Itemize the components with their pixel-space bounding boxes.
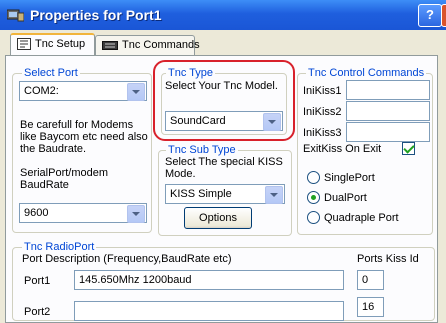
dualport-radio[interactable] — [307, 191, 320, 204]
chevron-down-icon[interactable] — [127, 83, 145, 101]
chevron-down-icon[interactable] — [127, 205, 145, 223]
tab-tnc-setup[interactable]: Tnc Setup — [10, 33, 95, 55]
quadraple-port-label: Quadraple Port — [324, 212, 399, 224]
radioport-legend: Tnc RadioPort — [22, 241, 97, 253]
port-select-value: COM2: — [24, 85, 59, 97]
port-warning-text: Be carefull for Modems like Baycom etc n… — [20, 119, 148, 155]
title-bar[interactable]: Properties for Port1 ? — [0, 0, 446, 30]
port2-description-input[interactable] — [74, 301, 344, 321]
chevron-down-icon[interactable] — [263, 113, 281, 131]
inikiss1-label: IniKiss1 — [303, 85, 342, 97]
window-title: Properties for Port1 — [30, 7, 162, 23]
inikiss3-label: IniKiss3 — [303, 127, 342, 139]
port1-description-input[interactable]: 145.650Mhz 1200baud — [74, 270, 344, 290]
tab-label: Tnc Commands — [122, 39, 200, 51]
tnc-model-select[interactable]: SoundCard — [165, 111, 283, 131]
kiss-mode-value: KISS Simple — [170, 188, 232, 200]
inikiss3-input[interactable] — [346, 122, 430, 142]
inikiss2-label: IniKiss2 — [303, 106, 342, 118]
tab-tnc-commands[interactable]: Tnc Commands — [95, 35, 200, 55]
port1-kiss-id-input[interactable]: 0 — [357, 270, 384, 290]
tnc-control-legend: Tnc Control Commands — [306, 67, 427, 79]
port2-kiss-id-input[interactable]: 16 — [357, 297, 384, 317]
tab-label: Tnc Setup — [35, 38, 86, 50]
inikiss2-input[interactable] — [346, 101, 430, 121]
tnc-model-value: SoundCard — [170, 115, 226, 127]
dualport-label: DualPort — [324, 192, 367, 204]
port-select[interactable]: COM2: — [19, 81, 147, 101]
exit-kiss-label: ExitKiss On Exit — [303, 143, 382, 155]
inikiss1-input[interactable] — [346, 80, 430, 100]
singleport-label: SinglePort — [324, 172, 375, 184]
tnc-sub-type-hint: Select The special KISS Mode. — [165, 156, 283, 180]
tnc-type-legend: Tnc Type — [166, 67, 216, 79]
tnc-sub-type-legend: Tnc Sub Type — [166, 144, 238, 156]
tnc-type-hint: Select Your Tnc Model. — [165, 80, 278, 92]
port1-label: Port1 — [24, 275, 51, 287]
baudrate-select-value: 9600 — [24, 207, 49, 219]
baudrate-label: SerialPort/modem BaudRate — [20, 167, 109, 191]
options-button[interactable]: Options — [184, 207, 252, 229]
singleport-radio[interactable] — [307, 171, 320, 184]
close-button[interactable] — [441, 4, 446, 27]
port-description-header: Port Description (Frequency,BaudRate etc… — [22, 253, 232, 265]
select-port-legend: Select Port — [22, 67, 80, 79]
exit-kiss-checkbox[interactable] — [402, 142, 415, 155]
chevron-down-icon[interactable] — [265, 186, 283, 204]
help-button[interactable]: ? — [418, 4, 442, 27]
baudrate-select[interactable]: 9600 — [19, 203, 147, 223]
ports-kiss-id-header: Ports Kiss Id — [357, 253, 419, 265]
setup-icon — [17, 38, 31, 51]
kiss-mode-select[interactable]: KISS Simple — [165, 184, 285, 204]
quadraple-port-radio[interactable] — [307, 211, 320, 224]
app-icon — [7, 9, 24, 22]
port2-label: Port2 — [24, 306, 51, 318]
keyboard-icon — [102, 40, 118, 50]
